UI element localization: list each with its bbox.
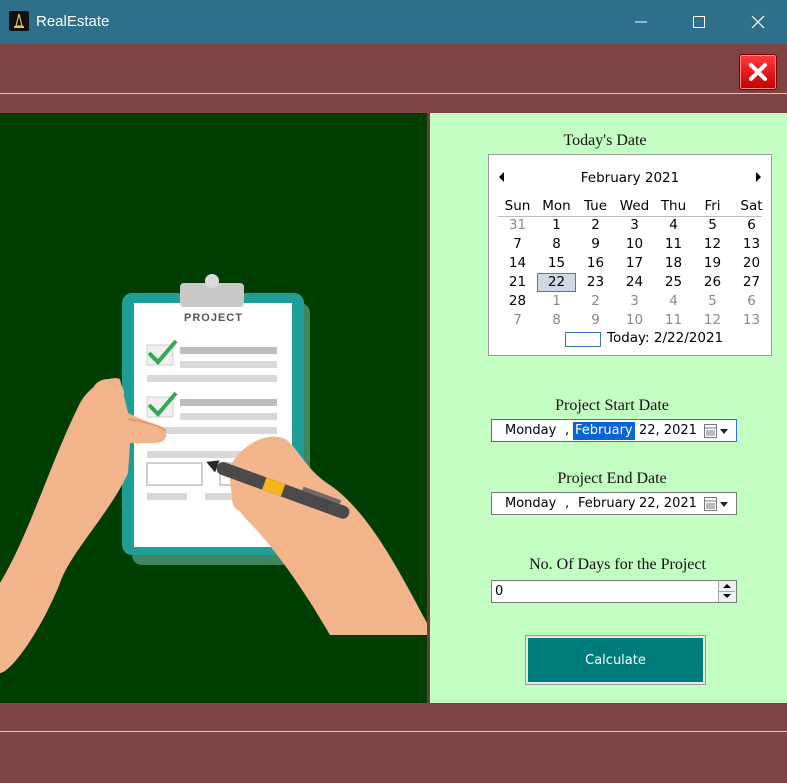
todays-date-label: Today's Date (563, 132, 647, 149)
calendar-day[interactable]: 4 (654, 216, 693, 235)
end-date-label: Project End Date (557, 470, 667, 487)
maximize-icon (693, 16, 705, 28)
days-count-label: No. Of Days for the Project (529, 556, 706, 573)
app-icon (9, 11, 29, 31)
end-date-separator: , (565, 496, 570, 511)
calendar-day[interactable]: 7 (498, 235, 537, 254)
calendar-day[interactable]: 10 (615, 311, 654, 330)
calendar-day[interactable]: 6 (732, 216, 771, 235)
days-count-value: 0 (495, 584, 504, 599)
exit-button[interactable] (739, 54, 777, 90)
month-calendar[interactable]: February 2021 Sun Mon Tue Wed Thu Fri Sat 31 1 2 3… (488, 154, 772, 356)
calendar-month-label: February 2021 (580, 170, 680, 186)
calendar-day[interactable]: 8 (537, 235, 576, 254)
calendar-day[interactable]: 27 (732, 273, 771, 292)
today-indicator-box (565, 332, 601, 347)
minimize-button[interactable] (612, 0, 670, 44)
weekday-header: Mon (542, 198, 571, 214)
end-date-weekday: Monday (505, 496, 557, 511)
calendar-day[interactable]: 4 (654, 292, 693, 311)
calendar-day[interactable]: 2 (576, 216, 615, 235)
calendar-day[interactable]: 12 (693, 235, 732, 254)
window-title-bar: RealEstate (0, 0, 787, 44)
calendar-day[interactable]: 11 (654, 235, 693, 254)
calendar-day[interactable]: 21 (498, 273, 537, 292)
calendar-day[interactable]: 18 (654, 254, 693, 273)
start-date-month[interactable]: February (573, 422, 635, 440)
project-checklist-illustration (0, 274, 427, 673)
calendar-day[interactable]: 31 (498, 216, 537, 235)
start-date-picker[interactable]: Monday , February 22, 2021 (491, 419, 737, 442)
calendar-header-divider (498, 216, 762, 217)
close-icon (751, 15, 765, 29)
weekday-header: Wed (619, 198, 650, 214)
stepper-up-icon[interactable] (723, 584, 731, 588)
calendar-day[interactable]: 11 (654, 311, 693, 330)
days-count-input[interactable]: 0 (491, 580, 737, 603)
weekday-header: Fri (704, 198, 721, 214)
calendar-day[interactable]: 1 (537, 292, 576, 311)
weekday-header: Thu (660, 198, 687, 214)
footer-band (0, 703, 787, 783)
maximize-button[interactable] (670, 0, 728, 44)
weekday-header: Sun (504, 198, 531, 214)
calendar-day[interactable]: 3 (615, 292, 654, 311)
calculate-button[interactable]: Calculate (526, 636, 705, 684)
start-date-weekday: Monday (505, 423, 557, 438)
start-date-separator: , (565, 423, 570, 438)
calendar-day[interactable]: 5 (693, 292, 732, 311)
calendar-day[interactable]: 26 (693, 273, 732, 292)
close-window-button[interactable] (729, 0, 787, 44)
start-date-day-year: 22, 2021 (639, 423, 697, 438)
clipboard-label: PROJECT (184, 312, 243, 324)
calendar-day[interactable]: 1 (537, 216, 576, 235)
calendar-day[interactable]: 16 (576, 254, 615, 273)
calendar-day[interactable]: 22 (537, 273, 576, 292)
header-divider (0, 93, 787, 94)
end-date-month: February (578, 496, 636, 511)
header-band (0, 44, 787, 113)
calendar-day[interactable]: 9 (576, 235, 615, 254)
calendar-day[interactable]: 2 (576, 292, 615, 311)
calendar-day[interactable]: 5 (693, 216, 732, 235)
minimize-icon (635, 21, 647, 23)
calendar-day[interactable]: 15 (537, 254, 576, 273)
weekday-header: Tue (583, 198, 608, 214)
calendar-day[interactable]: 14 (498, 254, 537, 273)
calendar-day[interactable]: 3 (615, 216, 654, 235)
calendar-day[interactable]: 8 (537, 311, 576, 330)
calendar-day[interactable]: 28 (498, 292, 537, 311)
calendar-day[interactable]: 10 (615, 235, 654, 254)
next-month-icon[interactable] (756, 172, 761, 182)
close-x-icon (749, 63, 767, 81)
calendar-day[interactable]: 13 (732, 235, 771, 254)
calendar-day[interactable]: 23 (576, 273, 615, 292)
end-date-dropdown-icon[interactable] (704, 497, 730, 511)
end-date-day-year: 22, 2021 (639, 496, 697, 511)
calendar-day[interactable]: 25 (654, 273, 693, 292)
illustration-panel: PROJECT (0, 113, 427, 703)
calendar-day[interactable]: 6 (732, 292, 771, 311)
calendar-day[interactable]: 13 (732, 311, 771, 330)
calendar-day[interactable]: 20 (732, 254, 771, 273)
calendar-day[interactable]: 9 (576, 311, 615, 330)
calendar-today-link[interactable]: Today: 2/22/2021 (607, 330, 723, 346)
footer-divider (0, 731, 787, 732)
calendar-day[interactable]: 12 (693, 311, 732, 330)
weekday-header: Sat (740, 198, 763, 214)
calendar-day[interactable]: 7 (498, 311, 537, 330)
end-date-picker[interactable]: Monday , February 22, 2021 (491, 492, 737, 515)
days-count-stepper[interactable] (718, 581, 736, 602)
stepper-down-icon[interactable] (723, 594, 731, 598)
start-date-dropdown-icon[interactable] (704, 424, 730, 438)
calendar-day[interactable]: 17 (615, 254, 654, 273)
start-date-label: Project Start Date (555, 397, 669, 414)
window-title: RealEstate (36, 13, 110, 30)
calendar-day[interactable]: 19 (693, 254, 732, 273)
stepper-divider (719, 591, 735, 592)
calendar-day[interactable]: 24 (615, 273, 654, 292)
